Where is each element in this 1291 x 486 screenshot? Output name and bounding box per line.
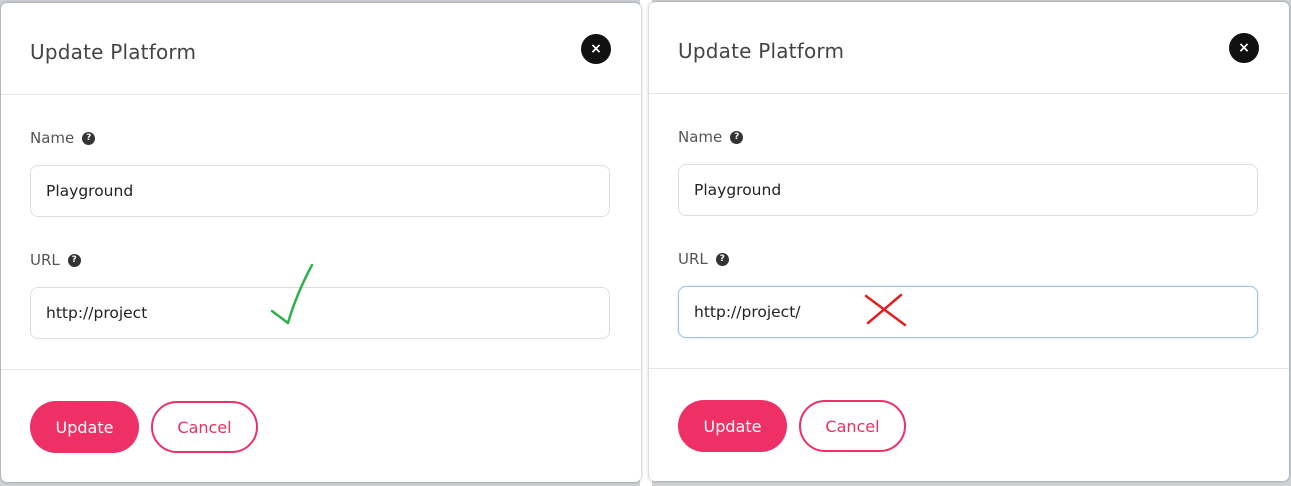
name-label: Name — [678, 128, 723, 146]
help-icon[interactable]: ? — [82, 131, 96, 145]
modal-title: Update Platform — [30, 40, 197, 64]
url-label: URL — [30, 251, 60, 269]
url-label-row: URL ? — [30, 251, 81, 269]
cancel-button[interactable]: Cancel — [799, 400, 906, 452]
help-icon[interactable]: ? — [67, 253, 81, 267]
name-input[interactable] — [30, 165, 610, 217]
name-input[interactable] — [678, 164, 1258, 216]
close-icon: × — [1238, 40, 1250, 56]
name-label: Name — [30, 129, 75, 147]
close-button[interactable]: × — [581, 34, 611, 64]
update-platform-modal-right: Update Platform × Name ? URL ? Update Ca… — [649, 2, 1289, 481]
close-icon: × — [590, 41, 602, 57]
name-label-row: Name ? — [30, 129, 96, 147]
cancel-button[interactable]: Cancel — [151, 401, 258, 453]
update-button[interactable]: Update — [30, 401, 139, 453]
help-icon[interactable]: ? — [730, 130, 744, 144]
footer-divider — [649, 368, 1289, 369]
update-platform-modal-left: Update Platform × Name ? URL ? Update Ca… — [1, 3, 641, 482]
footer-divider — [1, 369, 641, 370]
url-input[interactable] — [30, 287, 610, 339]
url-input[interactable] — [678, 286, 1258, 338]
modal-title: Update Platform — [678, 39, 845, 63]
name-label-row: Name ? — [678, 128, 744, 146]
modal-header: Update Platform × — [649, 2, 1289, 94]
close-button[interactable]: × — [1229, 33, 1259, 63]
url-label-row: URL ? — [678, 250, 729, 268]
modal-header: Update Platform × — [1, 3, 641, 95]
help-icon[interactable]: ? — [715, 252, 729, 266]
url-label: URL — [678, 250, 708, 268]
update-button[interactable]: Update — [678, 400, 787, 452]
